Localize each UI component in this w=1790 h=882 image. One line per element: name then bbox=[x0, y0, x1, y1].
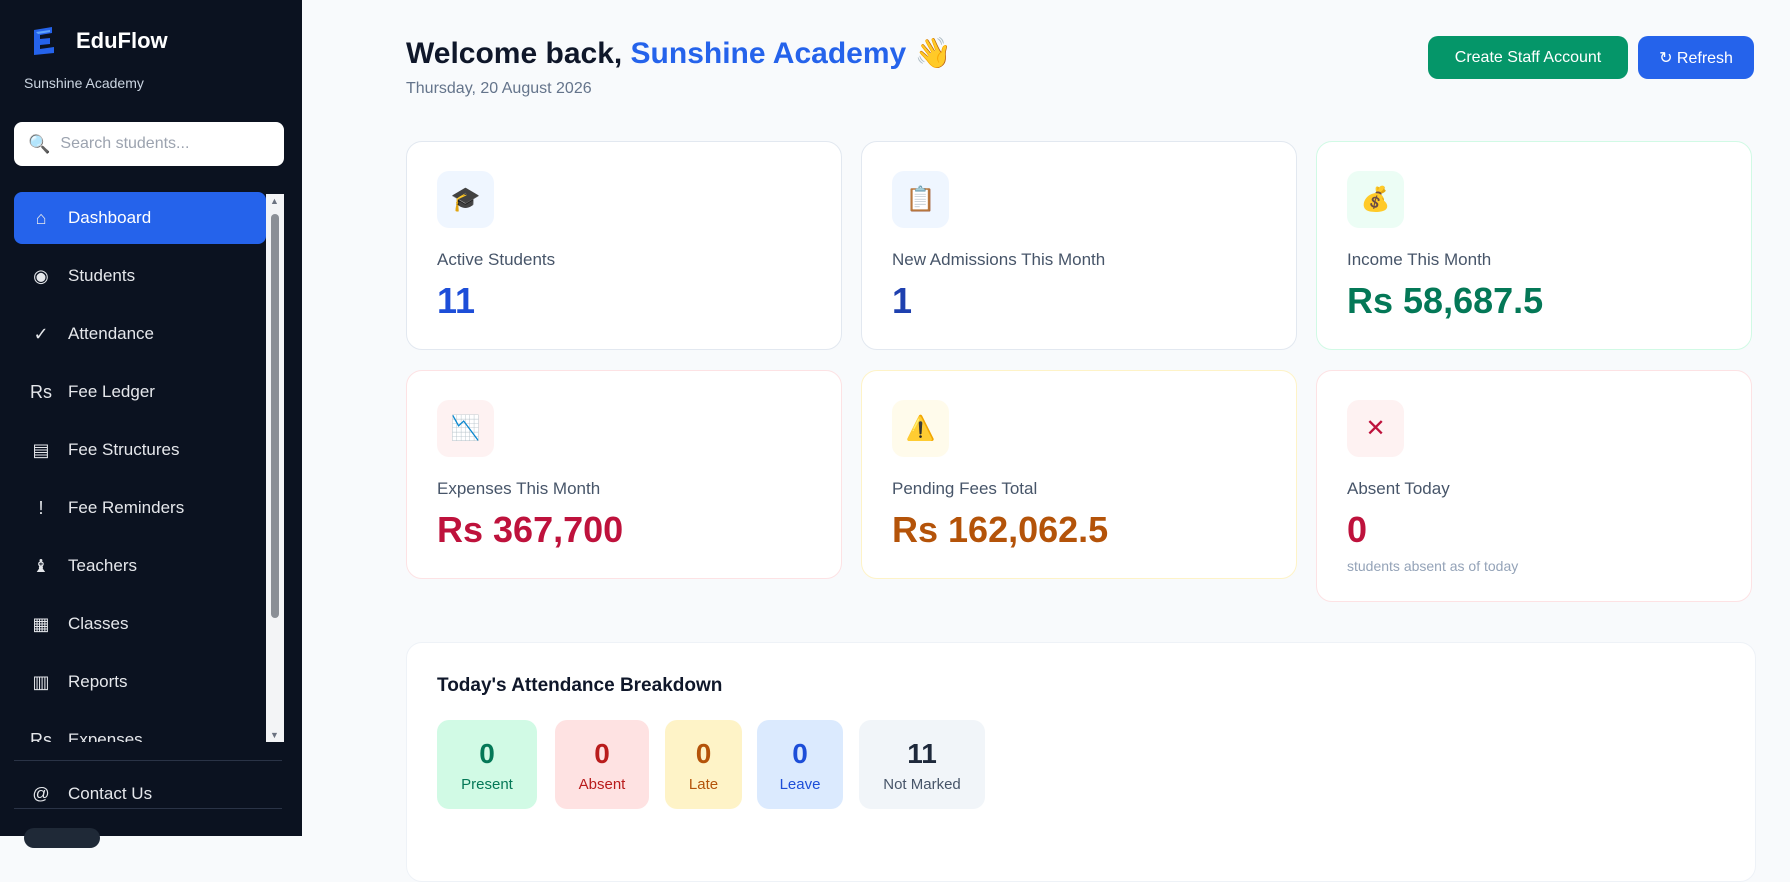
alert-icon: ! bbox=[38, 497, 44, 518]
stat-card-absent-today: ✕ Absent Today 0 students absent as of t… bbox=[1316, 370, 1752, 602]
page-title: Welcome back, Sunshine Academy 👋 bbox=[406, 36, 952, 71]
stat-label: Expenses This Month bbox=[437, 479, 601, 498]
attendance-label: Late bbox=[688, 776, 719, 793]
sidebar-item-contact-us[interactable]: @ Contact Us bbox=[14, 776, 284, 812]
stat-label: Pending Fees Total bbox=[892, 479, 1038, 498]
brand-subtitle: Sunshine Academy bbox=[24, 75, 144, 91]
stat-card-new-admissions: 📋 New Admissions This Month 1 bbox=[861, 141, 1297, 350]
attendance-count: 0 bbox=[695, 738, 712, 769]
sidebar-item-classes[interactable]: ▦ Classes bbox=[14, 598, 266, 650]
attendance-label: Not Marked bbox=[883, 776, 961, 793]
attendance-count: 11 bbox=[907, 738, 937, 769]
clipboard-icon: 📋 bbox=[892, 171, 949, 228]
attendance-label: Leave bbox=[779, 776, 821, 793]
stat-card-income: 💰 Income This Month Rs 58,687.5 bbox=[1316, 141, 1752, 350]
sidebar-item-label: Dashboard bbox=[68, 208, 152, 227]
stat-value: Rs 58,687.5 bbox=[1347, 280, 1544, 321]
attendance-tile-not-marked: 11 Not Marked bbox=[859, 720, 985, 809]
sidebar-item-label: Reports bbox=[68, 672, 128, 691]
close-icon: ✕ bbox=[1347, 400, 1404, 457]
sidebar-item-attendance[interactable]: ✓ Attendance bbox=[14, 308, 266, 360]
stat-value: Rs 162,062.5 bbox=[892, 509, 1109, 550]
graduation-cap-icon: 🎓 bbox=[437, 171, 494, 228]
students-icon: ◉ bbox=[33, 265, 49, 286]
stat-label: New Admissions This Month bbox=[892, 250, 1106, 269]
school-name: Sunshine Academy bbox=[630, 37, 907, 70]
chart-down-icon: 📉 bbox=[437, 400, 494, 457]
stat-label: Active Students bbox=[437, 250, 556, 269]
classes-icon: ▦ bbox=[32, 613, 50, 634]
stat-card-active-students: 🎓 Active Students 11 bbox=[406, 141, 842, 350]
sidebar-item-label: Fee Structures bbox=[68, 440, 180, 459]
stat-value: 11 bbox=[437, 280, 476, 321]
sidebar-item-label: Teachers bbox=[68, 556, 137, 575]
search-icon: 🔍 bbox=[28, 133, 51, 154]
eduflow-logo-icon bbox=[34, 27, 54, 55]
user-pill[interactable] bbox=[24, 828, 100, 848]
reports-icon: ▥ bbox=[32, 671, 50, 692]
sidebar-item-label: Students bbox=[68, 266, 136, 285]
sidebar-item-label: Classes bbox=[68, 614, 129, 633]
stat-card-pending-fees: ⚠️ Pending Fees Total Rs 162,062.5 bbox=[861, 370, 1297, 579]
current-date: Thursday, 20 August 2026 bbox=[406, 80, 592, 97]
wave-icon: 👋 bbox=[914, 37, 952, 70]
search-input[interactable] bbox=[58, 134, 263, 154]
divider bbox=[14, 760, 282, 761]
attendance-tile-absent: 0 Absent bbox=[555, 720, 649, 809]
welcome-prefix: Welcome back, bbox=[406, 37, 631, 70]
brand-name: EduFlow bbox=[76, 28, 168, 53]
rupee-icon: Rs bbox=[30, 381, 52, 402]
refresh-button[interactable]: ↻ Refresh bbox=[1638, 36, 1754, 79]
stat-value: 0 bbox=[1347, 509, 1368, 550]
stat-value: Rs 367,700 bbox=[437, 509, 624, 550]
sidebar-item-students[interactable]: ◉ Students bbox=[14, 250, 266, 302]
attendance-breakdown-panel: Today's Attendance Breakdown 0 Present 0… bbox=[406, 642, 1756, 882]
sidebar-item-fee-reminders[interactable]: ! Fee Reminders bbox=[14, 482, 266, 534]
sidebar-item-label: Expenses bbox=[68, 730, 143, 742]
attendance-title: Today's Attendance Breakdown bbox=[437, 675, 723, 696]
sidebar-item-dashboard[interactable]: ⌂ Dashboard bbox=[14, 192, 266, 244]
rupee-icon: Rs bbox=[30, 729, 52, 743]
sidebar-item-label: Attendance bbox=[68, 324, 155, 343]
stat-subtext: students absent as of today bbox=[1347, 558, 1519, 574]
attendance-count: 0 bbox=[479, 738, 495, 769]
attendance-tile-present: 0 Present bbox=[437, 720, 537, 809]
sidebar-scrollbar[interactable]: ▲ ▼ bbox=[266, 194, 284, 742]
money-bag-icon: 💰 bbox=[1347, 171, 1404, 228]
sidebar-nav: ⌂ Dashboard ◉ Students ✓ Attendance Rs F… bbox=[14, 192, 266, 742]
sidebar-item-expenses[interactable]: Rs Expenses bbox=[14, 714, 266, 743]
stat-card-expenses: 📉 Expenses This Month Rs 367,700 bbox=[406, 370, 842, 579]
attendance-count: 0 bbox=[792, 738, 808, 769]
home-icon: ⌂ bbox=[35, 207, 47, 228]
scroll-down-icon[interactable]: ▼ bbox=[270, 730, 279, 740]
search-box: 🔍 bbox=[14, 122, 284, 166]
sidebar-item-label: Fee Reminders bbox=[68, 498, 185, 517]
stat-value: 1 bbox=[892, 280, 913, 321]
sidebar: EduFlow Sunshine Academy 🔍 ⌂ Dashboard ◉… bbox=[0, 0, 302, 848]
sidebar-item-reports[interactable]: ▥ Reports bbox=[14, 656, 266, 708]
sidebar-item-fee-ledger[interactable]: Rs Fee Ledger bbox=[14, 366, 266, 418]
sidebar-item-label: Contact Us bbox=[68, 784, 153, 803]
stat-label: Income This Month bbox=[1347, 250, 1492, 269]
at-icon: @ bbox=[32, 784, 50, 803]
attendance-count: 0 bbox=[594, 738, 610, 769]
stat-label: Absent Today bbox=[1347, 479, 1450, 498]
sidebar-item-label: Fee Ledger bbox=[68, 382, 155, 401]
create-staff-account-button[interactable]: Create Staff Account bbox=[1428, 36, 1628, 79]
attendance-tile-leave: 0 Leave bbox=[757, 720, 843, 809]
attendance-label: Absent bbox=[578, 776, 626, 793]
check-icon: ✓ bbox=[33, 323, 49, 344]
scrollbar-thumb[interactable] bbox=[271, 214, 279, 618]
divider bbox=[14, 808, 282, 809]
sidebar-item-teachers[interactable]: ♝ Teachers bbox=[14, 540, 266, 592]
warning-icon: ⚠️ bbox=[892, 400, 949, 457]
attendance-tile-late: 0 Late bbox=[665, 720, 742, 809]
scroll-up-icon[interactable]: ▲ bbox=[270, 196, 279, 206]
teacher-icon: ♝ bbox=[32, 555, 50, 576]
main-content: Welcome back, Sunshine Academy 👋 Thursda… bbox=[302, 0, 1790, 882]
structure-icon: ▤ bbox=[32, 439, 50, 460]
brand[interactable]: EduFlow bbox=[30, 26, 168, 56]
sidebar-item-fee-structures[interactable]: ▤ Fee Structures bbox=[14, 424, 266, 476]
attendance-label: Present bbox=[461, 776, 513, 793]
